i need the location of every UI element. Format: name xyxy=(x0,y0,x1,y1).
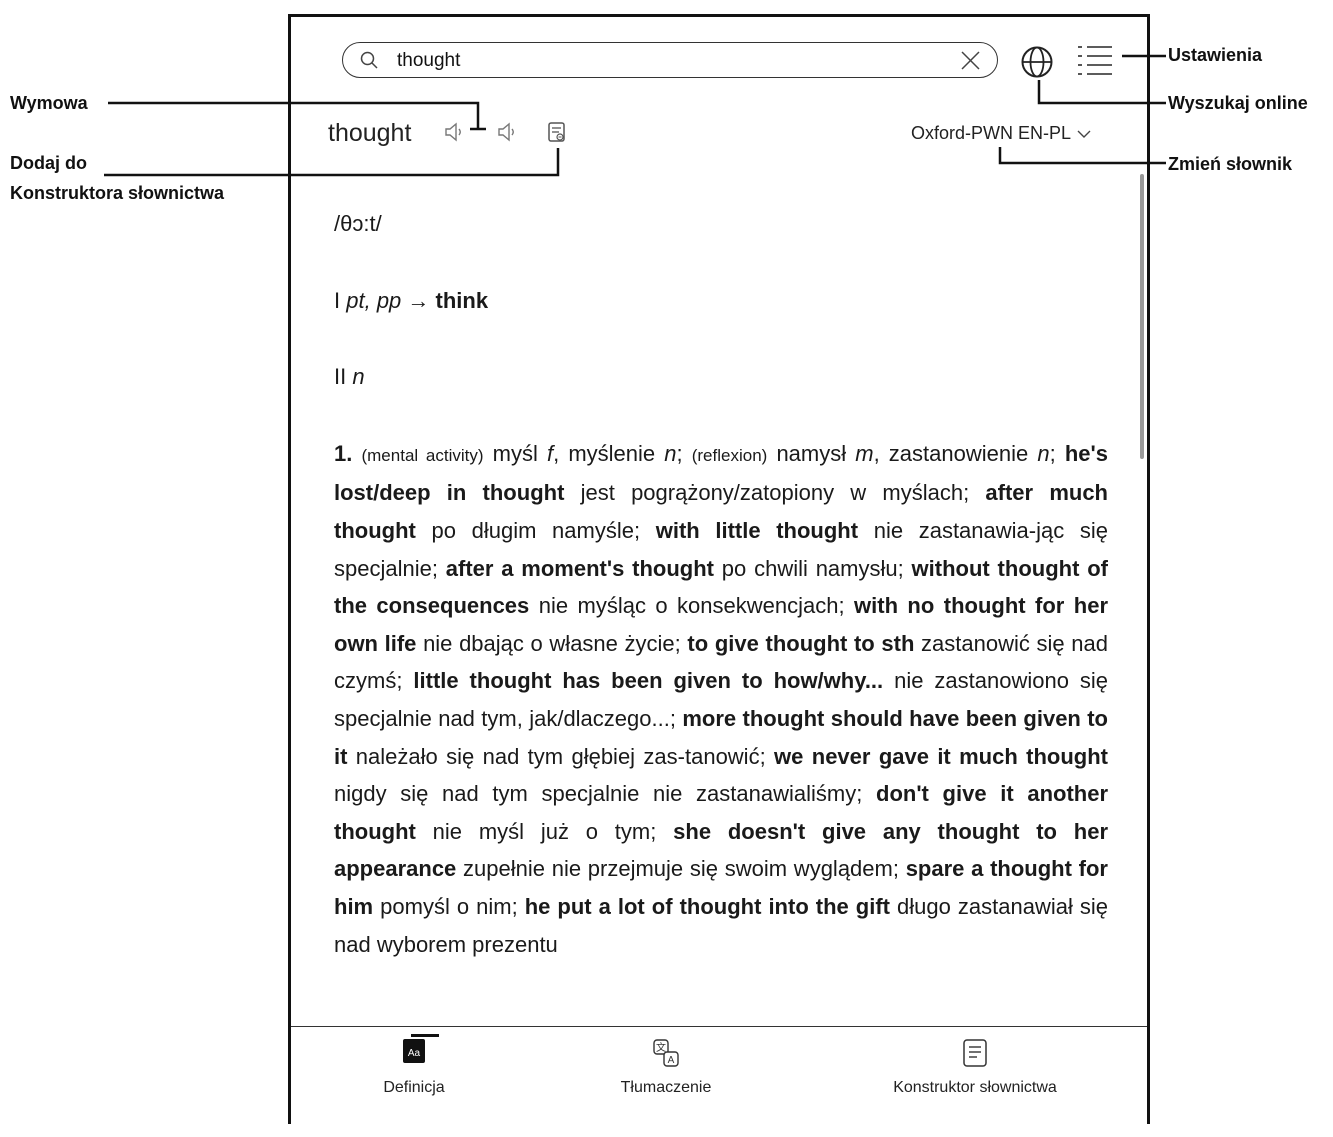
dictionary-selector[interactable]: Oxford-PWN EN-PL xyxy=(911,123,1091,144)
definition-segment: n xyxy=(1037,440,1050,466)
phrase: little thought has been given to how/why… xyxy=(413,668,884,694)
definition-segment: , zastanowienie xyxy=(873,440,1038,466)
tab-translation-label: Tłumaczenie xyxy=(620,1079,712,1096)
sense-1-line: I pt, pp → think xyxy=(334,282,1108,320)
definition-segment: (mental activity) xyxy=(361,445,484,465)
search-icon xyxy=(360,51,378,69)
tab-definition-label: Definicja xyxy=(383,1079,445,1096)
definition-content: /θɔ:t/ I pt, pp → think II n 1. (mental … xyxy=(334,205,1108,963)
definition-segment: po chwili namysłu; xyxy=(714,555,912,581)
definition-icon: Aa xyxy=(403,1039,425,1063)
annotation-add-to-vocab-2: Konstruktora słownictwa xyxy=(10,183,225,203)
definition-segment: n xyxy=(664,440,677,466)
speaker-icon[interactable] xyxy=(443,121,467,143)
definition-segment: namysł xyxy=(767,440,856,466)
svg-text:Aa: Aa xyxy=(408,1048,421,1059)
arrow: → xyxy=(407,287,430,313)
sense-number: II xyxy=(334,364,347,390)
phonetic: /θɔ:t/ xyxy=(334,211,382,236)
definition-segment: nie myśl już o tym; xyxy=(415,818,674,844)
definition-segment: po długim namyśle; xyxy=(415,517,656,543)
cross-reference-link[interactable]: think xyxy=(436,288,489,313)
tab-vocabulary-label: Konstruktor słownictwa xyxy=(893,1079,1057,1096)
scrollbar[interactable] xyxy=(1140,174,1144,459)
phrase: after a moment's thought xyxy=(445,555,714,581)
sense-number: I xyxy=(334,287,341,313)
sense-2-line: II n xyxy=(334,358,1108,396)
device-screen: thought Oxford-PWN EN-PL /θɔ:t/ I pt, pp… xyxy=(288,14,1150,1124)
translation-icon: 文 A xyxy=(653,1039,679,1067)
search-bar[interactable] xyxy=(342,42,998,78)
vocabulary-icon xyxy=(963,1039,987,1067)
definition-segment: pomyśl o nim; xyxy=(373,893,525,919)
speaker-icon[interactable] xyxy=(496,121,520,143)
definition-segment: należało się nad tym głębiej zas-tanowić… xyxy=(347,743,775,769)
definition-segment: zupełnie nie przejmuje się swoim wygląde… xyxy=(456,856,906,882)
definition-segment: nie dbając o własne życie; xyxy=(416,630,688,656)
clear-icon[interactable] xyxy=(960,50,981,71)
sense-definition: 1. (mental activity) myśl f, myślenie n;… xyxy=(334,435,1108,963)
annotation-add-to-vocab-1: Dodaj do xyxy=(10,153,87,173)
definition-segment: ; xyxy=(676,440,692,466)
part-of-speech: pt, pp xyxy=(346,287,402,313)
phrase: we never gave it much thought xyxy=(774,743,1108,769)
definition-segment: nie myśląc o konsekwencjach; xyxy=(529,593,855,619)
definition-segment: m xyxy=(855,440,874,466)
phrase: to give thought to sth xyxy=(687,630,915,656)
active-tab-indicator xyxy=(411,1034,439,1037)
headword: thought xyxy=(328,119,412,147)
annotation-pronunciation: Wymowa xyxy=(10,93,88,113)
menu-icon[interactable] xyxy=(1077,44,1113,78)
search-input[interactable] xyxy=(397,49,917,73)
vocab-add-icon[interactable] xyxy=(547,121,567,143)
part-of-speech: n xyxy=(352,364,365,390)
globe-icon[interactable] xyxy=(1020,45,1054,79)
definition-segment: myśl xyxy=(483,440,547,466)
definition-segment: , myślenie xyxy=(553,440,665,466)
bottom-tab-bar: Aa Definicja 文 A Tłumaczenie Konstruktor… xyxy=(291,1026,1147,1137)
definition-segment: jest pogrążony/zatopiony w myślach; xyxy=(564,480,986,506)
dictionary-name: Oxford-PWN EN-PL xyxy=(911,123,1072,143)
phrase: with little thought xyxy=(655,517,859,543)
definition-segment: ; xyxy=(1049,440,1065,466)
definition-segment: (reflexion) xyxy=(691,445,768,465)
phrase: 1. xyxy=(334,440,353,466)
chevron-down-icon xyxy=(1077,130,1091,138)
annotation-change-dictionary: Zmień słownik xyxy=(1168,154,1293,174)
annotation-search-online: Wyszukaj online xyxy=(1168,93,1308,113)
definition-segment: nigdy się nad tym specjalnie nie zastana… xyxy=(334,781,876,807)
phrase: he put a lot of thought into the gift xyxy=(524,893,891,919)
annotation-settings: Ustawienia xyxy=(1168,45,1263,65)
svg-text:A: A xyxy=(668,1055,675,1066)
